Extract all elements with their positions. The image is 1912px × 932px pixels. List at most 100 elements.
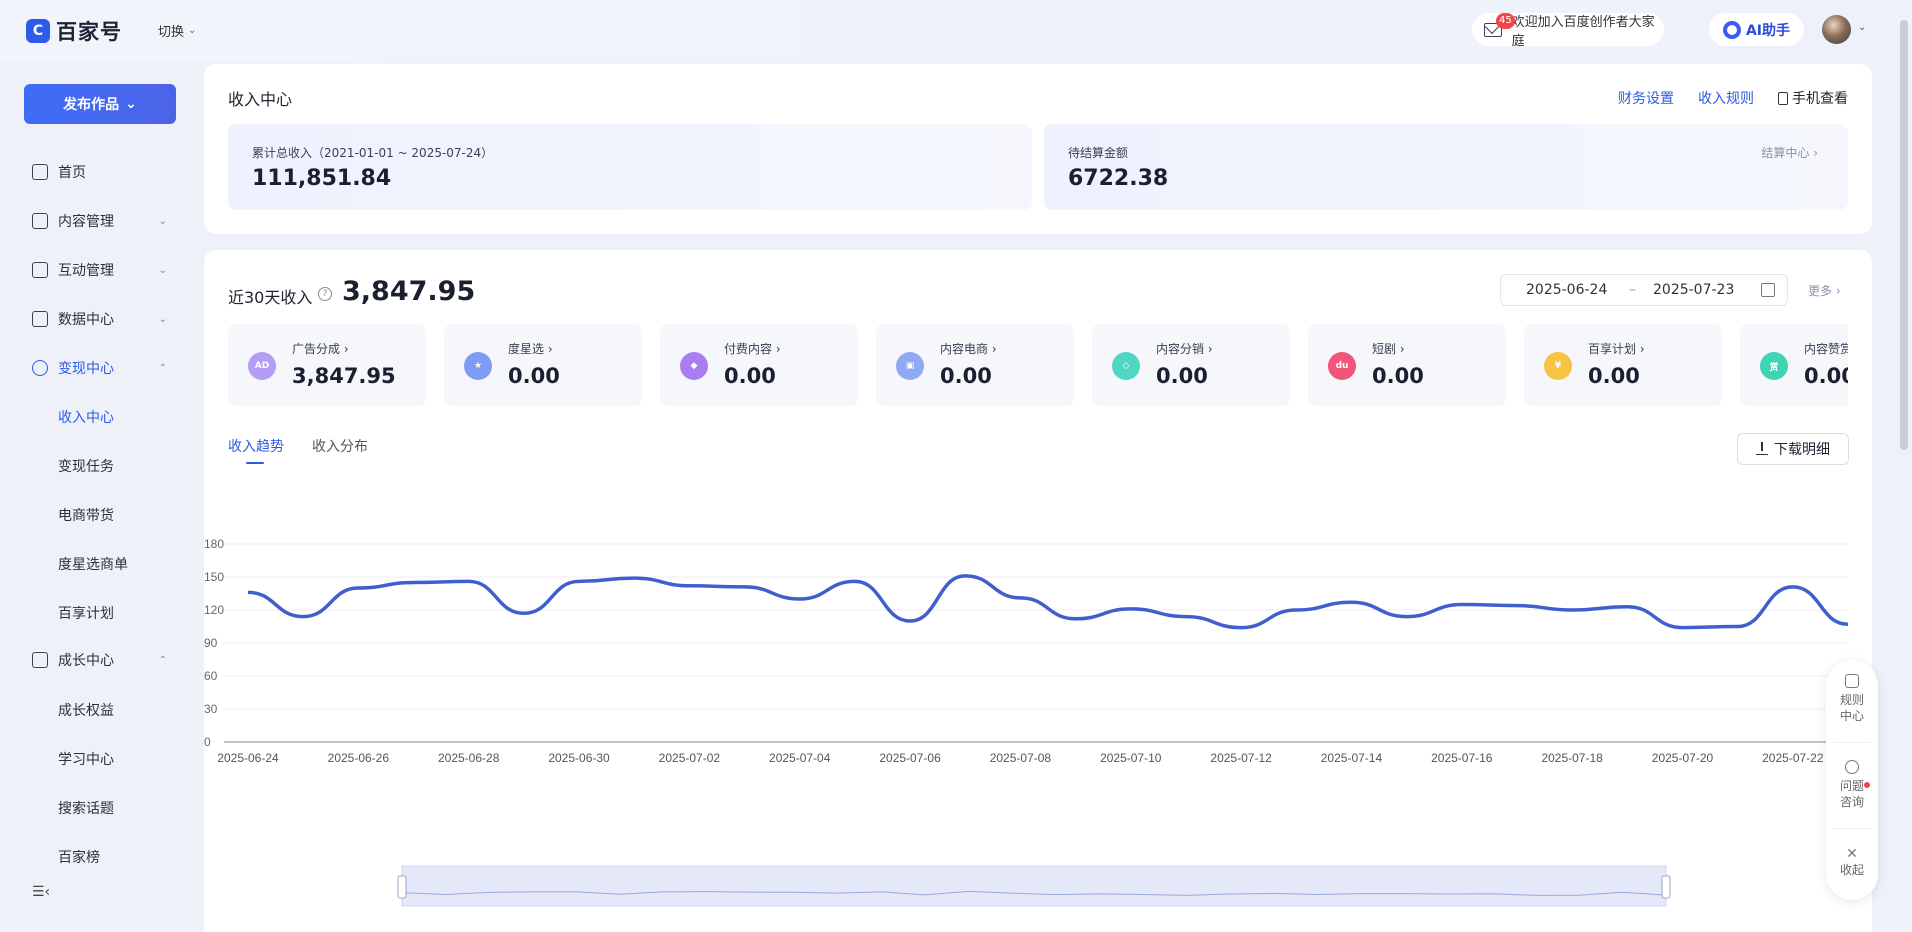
bag-icon: ▣ (896, 352, 924, 380)
switch-account-button[interactable]: 切换 ⌄ (158, 21, 196, 40)
metric-value: 0.00 (724, 364, 776, 388)
sidebar-subitem-learning[interactable]: 学习中心 (58, 749, 114, 769)
y-tick-label: 180 (204, 537, 224, 551)
chart-icon (32, 311, 48, 327)
help-label-1: 问题 (1839, 779, 1864, 793)
message-count-badge: 45 (1496, 13, 1515, 29)
download-details-button[interactable]: 下载明细 (1737, 433, 1849, 465)
share-icon: ◇ (1112, 352, 1140, 380)
phone-icon (1778, 91, 1788, 105)
sidebar-subitem-tasks[interactable]: 变现任务 (58, 456, 114, 476)
chevron-down-icon[interactable]: ⌄ (1858, 22, 1866, 33)
ai-assistant-button[interactable]: AI助手 (1709, 13, 1804, 46)
metric-card-ad[interactable]: AD 广告分成 › 3,847.95 (228, 324, 426, 406)
rules-label-2: 中心 (1839, 709, 1864, 723)
ad-icon: AD (248, 352, 276, 380)
logo-text: 百家号 (56, 20, 122, 44)
sidebar-subitem-duxingxuan[interactable]: 度星选商单 (58, 554, 128, 574)
tab-income-distribution[interactable]: 收入分布 (312, 436, 368, 456)
user-avatar[interactable] (1822, 15, 1851, 44)
settlement-center-link[interactable]: 结算中心 › (1761, 144, 1818, 161)
income-metrics: AD 广告分成 › 3,847.95 ★ 度星选 › 0.00 ◆ 付费内容 ›… (228, 324, 1848, 408)
collapse-panel-button[interactable]: ✕ 收起 (1826, 846, 1878, 878)
sidebar-item-content[interactable]: 内容管理 ⌄ (32, 209, 167, 233)
sidebar-item-interaction[interactable]: 互动管理 ⌄ (32, 258, 167, 282)
book-icon (32, 652, 48, 668)
metric-label: 度星选 › (508, 342, 553, 356)
finance-settings-link[interactable]: 财务设置 (1618, 88, 1674, 108)
sidebar-subitem-ecommerce[interactable]: 电商带货 (58, 505, 114, 525)
recent-income-card: 近30天收入 ? 3,847.95 2025-06-24 – 2025-07-2… (204, 250, 1872, 932)
metric-card-paid[interactable]: ◆ 付费内容 › 0.00 (660, 324, 858, 406)
sidebar-subitem-income[interactable]: 收入中心 (58, 407, 114, 427)
metric-label: 付费内容 › (724, 342, 781, 356)
metric-card-drama[interactable]: du 短剧 › 0.00 (1308, 324, 1506, 406)
metric-value: 0.00 (1372, 364, 1424, 388)
date-separator: – (1629, 282, 1636, 298)
tab-income-trend[interactable]: 收入趋势 (228, 436, 284, 464)
page-scrollbar[interactable] (1900, 20, 1908, 450)
metric-label: 广告分成 › (292, 342, 349, 356)
floating-help-panel: 规则 中心 问题 咨询 ✕ 收起 (1826, 660, 1878, 900)
x-tick-label: 2025-07-12 (1210, 751, 1272, 765)
recent-income-label: 近30天收入 (228, 288, 313, 307)
x-tick-label: 2025-06-28 (438, 751, 500, 765)
ai-assistant-label: AI助手 (1745, 22, 1791, 39)
metric-card-reward[interactable]: 赏 内容赞赏 0.00 (1740, 324, 1848, 406)
date-end[interactable]: 2025-07-23 (1653, 282, 1734, 298)
sidebar-subitem-ranking[interactable]: 百家榜 (58, 847, 100, 867)
x-tick-label: 2025-07-02 (659, 751, 721, 765)
sidebar-item-label: 成长中心 (58, 653, 114, 669)
metric-card-baixiang[interactable]: ¥ 百享计划 › 0.00 (1524, 324, 1722, 406)
download-icon (1756, 442, 1768, 455)
rules-label-1: 规则 (1839, 693, 1864, 707)
calendar-icon[interactable] (1761, 283, 1775, 297)
download-label: 下载明细 (1774, 442, 1830, 458)
sidebar-item-label: 首页 (58, 165, 86, 181)
metric-label: 百享计划 › (1588, 342, 1645, 356)
help-icon[interactable]: ? (318, 287, 332, 301)
rules-center-button[interactable]: 规则 中心 (1826, 674, 1878, 724)
sidebar-item-label: 数据中心 (58, 312, 114, 328)
zoom-handle-left (397, 875, 407, 899)
sidebar-subitem-topics[interactable]: 搜索话题 (58, 798, 114, 818)
close-icon: ✕ (1846, 846, 1858, 862)
metric-value: 3,847.95 (292, 364, 396, 388)
metric-card-duxingxuan[interactable]: ★ 度星选 › 0.00 (444, 324, 642, 406)
total-income-value: 111,851.84 (252, 166, 392, 191)
collapse-sidebar-icon[interactable]: ☰‹ (32, 884, 50, 900)
sidebar-item-growth[interactable]: 成长中心 ⌃ (32, 648, 167, 672)
publish-button[interactable]: 发布作品 ⌄ (24, 84, 176, 124)
chevron-down-icon: ⌄ (158, 313, 167, 325)
sidebar-item-data[interactable]: 数据中心 ⌄ (32, 307, 167, 331)
metric-value: 0.00 (508, 364, 560, 388)
date-range-picker[interactable]: 2025-06-24 – 2025-07-23 (1500, 274, 1788, 306)
pending-amount-label: 待结算金额 (1068, 146, 1129, 160)
more-link[interactable]: 更多 › (1808, 282, 1841, 299)
help-consult-button[interactable]: 问题 咨询 (1826, 760, 1878, 810)
metric-card-distribution[interactable]: ◇ 内容分销 › 0.00 (1092, 324, 1290, 406)
divider (1834, 828, 1870, 829)
sidebar-item-home[interactable]: 首页 (32, 160, 167, 184)
date-start[interactable]: 2025-06-24 (1526, 282, 1607, 298)
help-label-2: 咨询 (1839, 795, 1864, 809)
income-links: 财务设置 收入规则 手机查看 (1618, 88, 1848, 108)
star-icon: ★ (464, 352, 492, 380)
income-summary-card: 收入中心 财务设置 收入规则 手机查看 累计总收入（2021-01-01 ~ 2… (204, 64, 1872, 234)
metric-card-ecommerce[interactable]: ▣ 内容电商 › 0.00 (876, 324, 1074, 406)
x-tick-label: 2025-06-30 (548, 751, 610, 765)
mobile-view-link[interactable]: 手机查看 (1778, 88, 1848, 108)
sidebar-subitem-benefits[interactable]: 成长权益 (58, 700, 114, 720)
income-rules-link[interactable]: 收入规则 (1698, 88, 1754, 108)
paid-icon: ◆ (680, 352, 708, 380)
logo[interactable]: C 百家号 (26, 16, 122, 46)
x-tick-label: 2025-07-20 (1652, 751, 1714, 765)
sidebar-subitem-baixiang[interactable]: 百享计划 (58, 603, 114, 623)
income-trend-chart: 0 30 60 90 120 150 180 2025-06-24 2025-06-26 2025… (204, 537, 1849, 907)
y-tick-label: 90 (204, 636, 218, 650)
ai-assistant-icon (1722, 20, 1741, 39)
series-line (247, 574, 1849, 630)
x-tick-label: 2025-07-18 (1541, 751, 1603, 765)
document-icon (32, 213, 48, 229)
sidebar-item-monetize[interactable]: 变现中心 ⌃ (32, 356, 167, 380)
